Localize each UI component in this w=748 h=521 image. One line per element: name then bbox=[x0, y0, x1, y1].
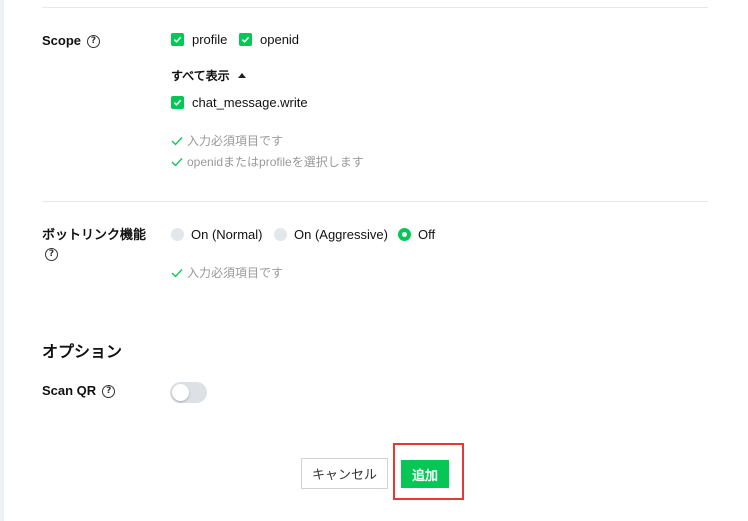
checkbox-label: openid bbox=[260, 32, 300, 47]
section-divider bbox=[42, 201, 708, 202]
scope-hint-required: 入力必須項目です bbox=[171, 132, 283, 149]
checkbox-label: profile bbox=[192, 32, 228, 47]
radio-unselected-icon[interactable] bbox=[274, 228, 287, 241]
radio-unselected-icon[interactable] bbox=[171, 228, 184, 241]
scope-hint-select: openidまたはprofileを選択します bbox=[171, 153, 364, 170]
hint-text: openidまたはprofileを選択します bbox=[187, 155, 364, 169]
hint-text: 入力必須項目です bbox=[187, 266, 284, 280]
options-section-title: オプション bbox=[42, 344, 123, 361]
bot-link-radio-on-normal[interactable]: On (Normal) bbox=[171, 227, 263, 242]
cancel-button[interactable]: キャンセル bbox=[301, 458, 388, 489]
scope-checkbox-profile[interactable]: profile bbox=[171, 32, 227, 47]
help-icon[interactable]: ? bbox=[45, 248, 58, 261]
radio-label: On (Aggressive) bbox=[294, 227, 388, 242]
bot-link-hint-required: 入力必須項目です bbox=[171, 264, 283, 281]
help-icon[interactable]: ? bbox=[87, 34, 101, 48]
scope-label-row: Scope ? bbox=[42, 32, 101, 50]
help-icon[interactable]: ? bbox=[102, 384, 116, 398]
top-divider bbox=[42, 7, 708, 8]
checkbox-label: chat_message.write bbox=[192, 95, 308, 110]
toggle-knob[interactable] bbox=[172, 384, 189, 401]
scan-qr-label: Scan QR bbox=[42, 383, 97, 398]
scope-checkbox-openid[interactable]: openid bbox=[239, 32, 299, 47]
radio-label: Off bbox=[418, 227, 436, 242]
check-icon bbox=[171, 157, 183, 166]
hint-text: 入力必須項目です bbox=[187, 134, 284, 148]
bot-link-radio-on-aggressive[interactable]: On (Aggressive) bbox=[274, 227, 388, 242]
checkbox-checked-icon[interactable] bbox=[239, 33, 252, 46]
caret-up-icon[interactable] bbox=[237, 73, 246, 78]
checkbox-checked-icon[interactable] bbox=[171, 33, 184, 46]
show-all-label[interactable]: すべて表示 bbox=[171, 67, 230, 84]
radio-selected-icon[interactable] bbox=[398, 228, 411, 241]
checkbox-checked-icon[interactable] bbox=[171, 96, 184, 109]
bot-link-label: ボットリンク機能 bbox=[42, 227, 147, 242]
show-all-toggle[interactable]: すべて表示 bbox=[171, 67, 246, 84]
scan-qr-toggle[interactable] bbox=[170, 382, 207, 403]
bot-link-radio-off[interactable]: Off bbox=[398, 227, 435, 242]
check-icon bbox=[171, 136, 183, 145]
scope-checkbox-chat-message-write[interactable]: chat_message.write bbox=[171, 95, 308, 110]
check-icon bbox=[171, 268, 183, 277]
radio-label: On (Normal) bbox=[191, 227, 263, 242]
highlight-annotation-box bbox=[393, 443, 464, 500]
scope-label: Scope bbox=[42, 33, 82, 48]
left-panel-edge bbox=[0, 0, 4, 521]
scan-qr-label-row: Scan QR ? bbox=[42, 382, 116, 400]
